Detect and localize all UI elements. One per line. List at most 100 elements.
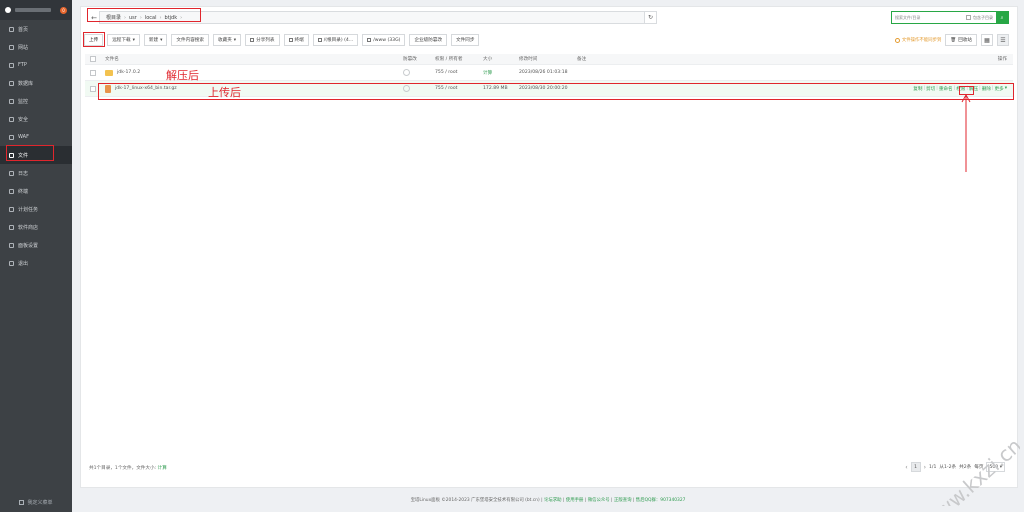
footer-link-0[interactable]: 论坛求助 [544,498,562,503]
file-name-cell[interactable]: jdk-17.0.2 [105,65,140,80]
home-icon [9,26,14,32]
toolbar-button-label: /(根目录) (4... [323,38,354,43]
sidebar-item-8[interactable]: 日志 [0,164,72,182]
toolbar-button-label: 文件内容搜索 [176,38,204,43]
sidebar-item-9[interactable]: 终端 [0,182,72,200]
annotation-upload-box [83,32,105,47]
sidebar-item-label: 退出 [18,260,29,267]
footer-link-1[interactable]: 使用手册 [566,498,584,503]
notification-badge[interactable]: 0 [60,6,67,14]
toolbar-button-7[interactable]: /(根目录) (4... [312,34,359,46]
toolbar-button-label: 企业级防篡改 [414,38,443,43]
col-name[interactable]: 文件名 [105,54,119,64]
search-button[interactable]: ⌕ [996,12,1008,23]
per-page-label: 每页 [974,465,984,470]
prev-page-icon[interactable]: ‹ [905,464,907,471]
table-row[interactable]: jdk-17.0.2 755 / root 计算 2023/08/26 01:03:1… [85,65,1013,81]
search-icon: ⌕ [1000,14,1004,21]
search-input[interactable]: 搜索文件/目录 [892,12,966,23]
sidebar-item-0[interactable]: 首页 [0,20,72,38]
col-perm: 权限 / 所有者 [435,57,463,62]
page-footer: 宝塔Linux面板 ©2014-2023 广东堡塔安全技术有限公司 (bt.cn… [72,497,1024,503]
folder-icon [105,69,113,76]
toolbar-icon [367,38,372,42]
chevron-down-icon: ▾ [160,37,163,43]
sidebar-item-label: 面板设置 [18,242,39,249]
checkbox-icon [966,15,971,20]
sync-warning[interactable]: 文件操作不能同步到 [894,37,942,43]
sidebar-item-label: 终端 [18,188,29,195]
toolbar-button-10[interactable]: 文件同步 [451,34,480,46]
toolbar-button-3[interactable]: 文件内容搜索 [171,34,209,46]
per-page-select[interactable]: 500 ▾ [986,462,1005,472]
select-all-checkbox[interactable] [90,54,96,64]
row-checkbox[interactable] [90,65,96,80]
toolbar-button-6[interactable]: 终端 [283,34,309,46]
annotation-after-upload: 上传后 [208,86,241,99]
grid-view-icon[interactable]: ▦ [981,34,993,46]
size-cell[interactable]: 计算 [483,65,492,80]
sidebar-item-label: 日志 [18,170,29,177]
ftp-icon [9,62,14,68]
avatar[interactable] [5,7,11,13]
toolbar-button-9[interactable]: 企业级防篡改 [409,34,448,46]
page-current[interactable]: 1 [910,462,921,472]
toolbar-button-label: 收藏夹 [218,38,232,43]
qq-group: 售后QQ群：907340327 [635,498,686,503]
toolbar-icon [250,38,255,42]
brand-bar: 0 [0,0,72,20]
per-page-value: 500 [989,464,999,470]
next-page-icon[interactable]: › [924,464,926,471]
refresh-icon[interactable]: ↻ [645,11,657,24]
right-tools: 文件操作不能同步到 🗑 回收站 ▦ ☰ [894,34,1009,46]
toolbar-button-label: 远程下载 [112,38,131,43]
sidebar-item-label: 安全 [18,116,29,123]
log-icon [9,170,14,176]
list-view-icon[interactable]: ☰ [997,34,1009,46]
status-text: 共1个目录，1个文件，文件大小: [89,466,157,471]
sidebar-item-6[interactable]: WAF [0,128,72,146]
sidebar-item-label: 首页 [18,26,29,33]
toolbar-button-5[interactable]: 分享列表 [245,34,280,46]
calc-size-link[interactable]: 计算 [158,466,167,471]
sidebar-item-11[interactable]: 软件商店 [0,218,72,236]
status-bar: 共1个目录，1个文件，文件大小: 计算 [89,465,167,471]
globe-icon [9,44,14,50]
chevron-down-icon: ▾ [132,37,135,43]
sidebar-item-12[interactable]: 面板设置 [0,236,72,254]
sidebar-item-2[interactable]: FTP [0,56,72,74]
sidebar-item-13[interactable]: 退出 [0,254,72,272]
annotation-sidebar-box [6,145,54,161]
file-name: jdk-17.0.2 [117,70,141,75]
col-mtime[interactable]: 修改时间 [519,54,537,64]
sidebar-item-1[interactable]: 网站 [0,38,72,56]
grid-icon [19,500,25,505]
footer-link-2[interactable]: 微信公众号 [588,498,610,503]
chevron-down-icon: ▾ [999,464,1002,470]
sidebar-item-3[interactable]: 数据库 [0,74,72,92]
sync-warning-label: 文件操作不能同步到 [901,38,942,43]
shield-icon [403,69,410,76]
store-icon [9,224,14,230]
toolbar-button-8[interactable]: /www (33G) [362,34,406,46]
row-checkbox[interactable] [90,81,96,96]
sidebar-item-4[interactable]: 监控 [0,92,72,110]
toolbar-button-2[interactable]: 新建 ▾ [143,34,168,46]
sidebar-item-5[interactable]: 安全 [0,110,72,128]
logout-icon [9,260,14,266]
toolbar-button-label: /www (33G) [373,37,401,43]
toolbar-button-4[interactable]: 收藏夹 ▾ [213,34,242,46]
sidebar-item-label: 监控 [18,98,29,105]
protect-toggle[interactable] [403,65,410,80]
toolbar-button-1[interactable]: 远程下载 ▾ [107,34,140,46]
waf-icon [9,134,14,140]
perm-cell[interactable]: 755 / root [435,65,457,80]
shield-icon [9,116,14,122]
sidebar-item-label: 数据库 [18,80,34,87]
col-size[interactable]: 大小 [483,54,492,64]
custom-menu-button[interactable]: 我定义菜单 [0,499,72,506]
include-subdir-checkbox[interactable]: 包含子目录 [966,15,996,21]
footer-link-3[interactable]: 正版查询 [614,498,632,503]
recycle-bin-button[interactable]: 🗑 回收站 [945,34,977,46]
sidebar-item-10[interactable]: 计划任务 [0,200,72,218]
